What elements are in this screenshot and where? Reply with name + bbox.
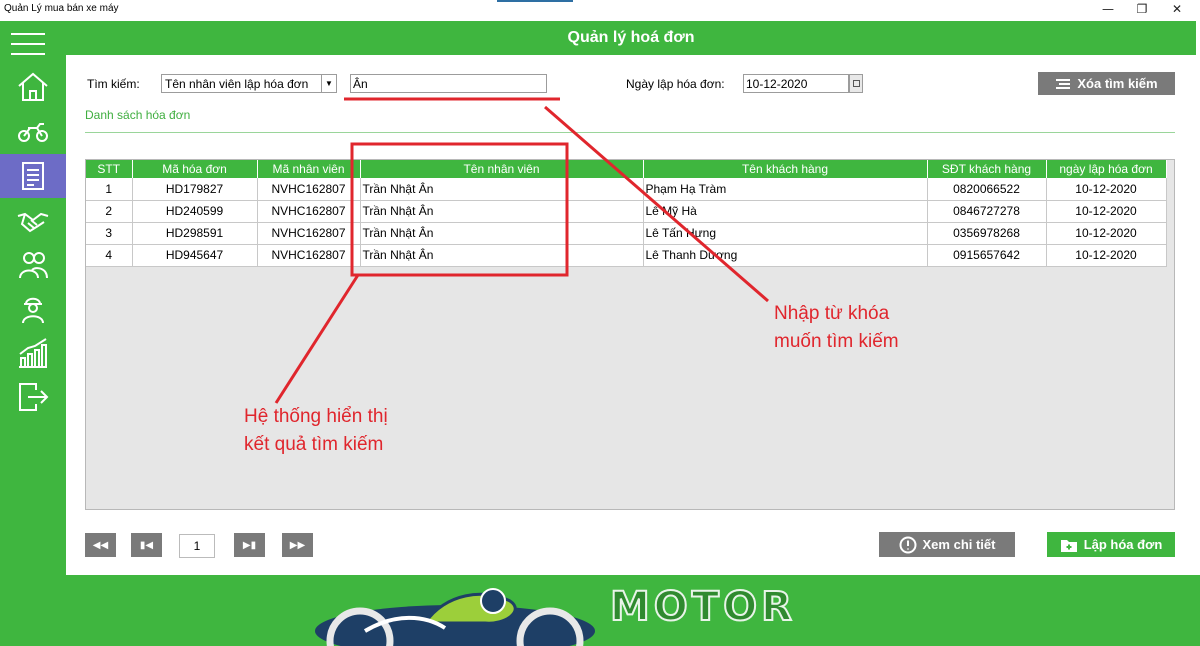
result-note-line: kết quả tìm kiếm (244, 434, 384, 455)
keyword-note: Nhập từ khóa muốn tìm kiếm (774, 300, 899, 356)
result-highlight-box (350, 142, 569, 277)
result-arrow-line (274, 274, 360, 404)
result-note: Hệ thống hiển thị kết quả tìm kiếm (244, 403, 388, 459)
keyword-arrow-line (544, 105, 769, 303)
result-note-line: Hệ thống hiển thị (244, 406, 388, 427)
keyword-note-line: muốn tìm kiếm (774, 331, 899, 352)
keyword-note-line: Nhập từ khóa (774, 303, 890, 324)
annotation-overlay (274, 97, 769, 404)
